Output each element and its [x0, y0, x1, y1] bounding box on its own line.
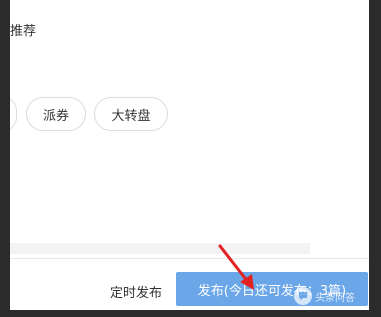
watermark: 头条问答: [294, 287, 355, 305]
recommend-label: 推荐: [10, 24, 37, 39]
watermark-text: 头条问答: [315, 292, 355, 304]
editor-panel: 推荐 派券 大转盘 定时发布 发布(今日还可发布：3篇) 头条问答: [10, 0, 369, 310]
speech-bubble-icon: [294, 287, 312, 305]
screen-frame-left: [0, 0, 10, 317]
screen-frame-bottom: [0, 310, 381, 317]
tag-label: 大转盘: [111, 108, 151, 124]
tag-button-coupon[interactable]: 派券: [26, 97, 86, 131]
footer-divider: [10, 258, 369, 259]
tag-button-wheel[interactable]: 大转盘: [94, 97, 168, 131]
screen-frame-right: [369, 0, 381, 317]
red-arrow-annotation: [218, 244, 254, 290]
schedule-publish-button[interactable]: 定时发布: [110, 282, 162, 301]
tag-button-partial[interactable]: [10, 97, 17, 131]
tag-label: 派券: [42, 108, 69, 124]
